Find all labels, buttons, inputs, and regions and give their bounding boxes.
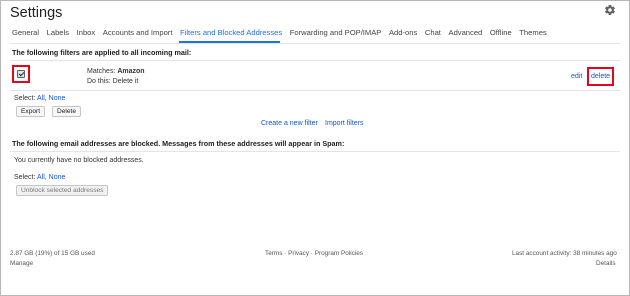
tab-accounts-and-import[interactable]: Accounts and Import: [103, 28, 173, 42]
storage-usage: 2.87 GB (19%) of 15 GB used: [10, 250, 95, 257]
filter-edit-link[interactable]: edit: [571, 73, 582, 80]
blocked-heading: The following email addresses are blocke…: [12, 139, 345, 148]
tab-filters-and-blocked-addresses[interactable]: Filters and Blocked Addresses: [180, 28, 282, 42]
blocked-divider: [10, 151, 620, 152]
tabs-divider: [10, 43, 620, 44]
blocked-select-label: Select:: [14, 174, 36, 181]
tab-forwarding-and-pop-imap[interactable]: Forwarding and POP/IMAP: [290, 28, 382, 42]
tab-labels[interactable]: Labels: [47, 28, 69, 42]
footer-policies-links[interactable]: Terms · Privacy · Program Policies: [265, 250, 363, 257]
filters-bottom-divider: [10, 90, 620, 91]
create-filter-link[interactable]: Create a new filter: [261, 120, 318, 127]
gear-icon[interactable]: [604, 4, 616, 16]
tab-offline[interactable]: Offline: [490, 28, 512, 42]
unblock-selected-button[interactable]: Unblock selected addresses: [16, 185, 109, 196]
delete-button[interactable]: Delete: [52, 106, 82, 117]
filter-action: Do this: Delete it: [87, 78, 139, 85]
blocked-select-all-link[interactable]: All: [37, 174, 45, 181]
filter-matches: Matches: Amazon: [87, 68, 145, 75]
last-account-activity: Last account activity: 38 minutes ago: [512, 250, 617, 257]
filter-checkbox[interactable]: [17, 70, 25, 78]
activity-details-link[interactable]: Details: [596, 260, 616, 267]
filters-select-row: Select: All, None: [14, 95, 65, 102]
filter-delete-link[interactable]: delete: [591, 73, 610, 80]
blocked-select-row: Select: All, None: [14, 174, 65, 181]
import-filters-link[interactable]: Import filters: [325, 120, 364, 127]
gear-icon-graphic: [605, 4, 615, 16]
filters-select-label: Select:: [14, 95, 36, 102]
filters-select-none-link[interactable]: None: [49, 95, 66, 102]
tab-general[interactable]: General: [12, 28, 39, 42]
filters-select-separator: ,: [44, 95, 47, 102]
manage-storage-link[interactable]: Manage: [10, 260, 33, 267]
blocked-empty-text: You currently have no blocked addresses.: [14, 157, 144, 164]
filters-top-divider: [10, 60, 620, 61]
tab-inbox[interactable]: Inbox: [77, 28, 96, 42]
blocked-select-separator: ,: [44, 174, 47, 181]
tab-chat[interactable]: Chat: [425, 28, 441, 42]
settings-tabs: General Labels Inbox Accounts and Import…: [12, 28, 554, 42]
filter-matches-label: Matches:: [87, 68, 118, 75]
blocked-select-none-link[interactable]: None: [49, 174, 66, 181]
export-button[interactable]: Export: [16, 106, 46, 117]
page-title: Settings: [10, 5, 63, 21]
tab-advanced[interactable]: Advanced: [449, 28, 483, 42]
tab-add-ons[interactable]: Add-ons: [389, 28, 417, 42]
filters-select-all-link[interactable]: All: [37, 95, 45, 102]
tab-themes[interactable]: Themes: [519, 28, 546, 42]
filter-matches-value: Amazon: [117, 68, 145, 75]
filters-heading: The following filters are applied to all…: [12, 48, 192, 57]
